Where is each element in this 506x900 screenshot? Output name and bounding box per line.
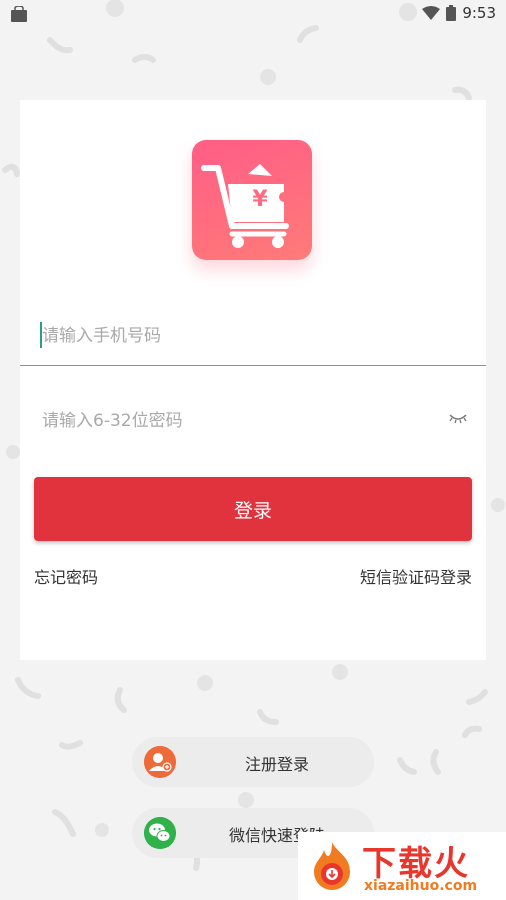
add-user-icon [144,746,176,778]
login-button[interactable]: 登录 [34,477,472,541]
notification-bag-icon [11,6,27,22]
wifi-icon [422,6,441,20]
register-login-label: 注册登录 [244,755,309,774]
fire-logo-icon [314,842,350,890]
login-card: ¥ 登录 忘记密码 短信验证码登录 [20,100,486,660]
wechat-icon [144,817,176,849]
phone-input[interactable] [40,320,464,352]
password-input[interactable] [40,405,424,437]
phone-field [20,305,486,366]
text-caret [40,322,42,348]
status-time: 9:53 [462,4,496,22]
register-login-button[interactable]: 注册登录 [132,737,374,787]
sms-login-link[interactable]: 短信验证码登录 [360,564,472,588]
watermark: 下载火 xiazaihuo.com [298,832,506,900]
currency-symbol: ¥ [252,187,268,212]
password-field [20,395,486,445]
watermark-site: xiazaihuo.com [364,878,478,894]
app-logo: ¥ [192,140,312,260]
shopping-cart-icon: ¥ [201,164,289,248]
forgot-password-link[interactable]: 忘记密码 [34,564,98,588]
status-bar: 9:53 [0,0,506,28]
battery-icon [446,5,457,21]
eye-closed-icon[interactable] [448,411,468,425]
